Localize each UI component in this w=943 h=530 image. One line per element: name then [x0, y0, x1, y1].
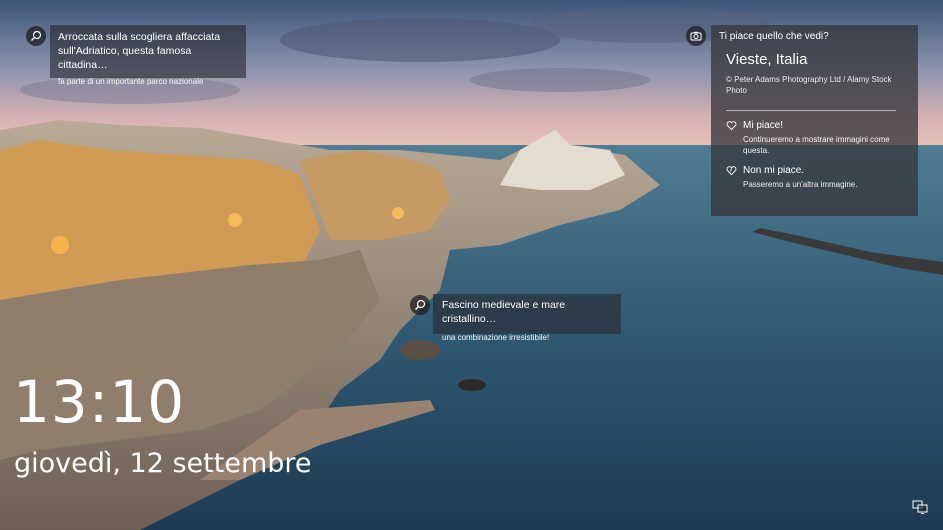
like-description: Continueremo a mostrare immagini come qu… — [743, 135, 890, 155]
like-option[interactable]: Mi piace! Continueremo a mostrare immagi… — [726, 120, 910, 156]
dislike-label: Non mi piace. — [743, 165, 805, 176]
hotspot-search-icon-1[interactable] — [26, 26, 46, 46]
divider — [726, 110, 896, 111]
info-place: Vieste, Italia — [726, 51, 808, 68]
info-credit: © Peter Adams Photography Ltd / Alamy St… — [726, 75, 892, 95]
lock-screen-time: 13:10 — [13, 368, 186, 436]
hotspot-subtitle: una combinazione irresistibile! — [442, 333, 550, 342]
hotspot-card-1[interactable]: Arroccata sulla scogliera affacciata sul… — [50, 25, 246, 86]
dislike-description: Passeremo a un'altra immagine. — [743, 180, 858, 189]
heart-icon — [726, 121, 737, 131]
camera-icon — [690, 31, 702, 41]
like-label: Mi piace! — [743, 120, 784, 131]
info-question: Ti piace quello che vedi? — [719, 31, 829, 42]
hotspot-title: Arroccata sulla scogliera affacciata sul… — [58, 31, 221, 71]
image-info-panel: Ti piace quello che vedi? Vieste, Italia… — [711, 25, 918, 216]
lock-screen-date: giovedì, 12 settembre — [14, 448, 312, 479]
search-icon — [415, 299, 426, 310]
dislike-option[interactable]: Non mi piace. Passeremo a un'altra immag… — [726, 165, 910, 190]
heart-outline-icon — [726, 166, 737, 176]
info-camera-button[interactable] — [686, 26, 706, 46]
hotspot-subtitle: fa parte di un importante parco nazional… — [58, 77, 204, 86]
search-icon — [31, 30, 42, 41]
hotspot-title: Fascino medievale e mare cristallino… — [442, 299, 566, 325]
hotspot-card-2[interactable]: Fascino medievale e mare cristallino… un… — [433, 294, 621, 342]
hotspot-search-icon-2[interactable] — [410, 295, 430, 315]
network-icon[interactable] — [912, 500, 928, 514]
